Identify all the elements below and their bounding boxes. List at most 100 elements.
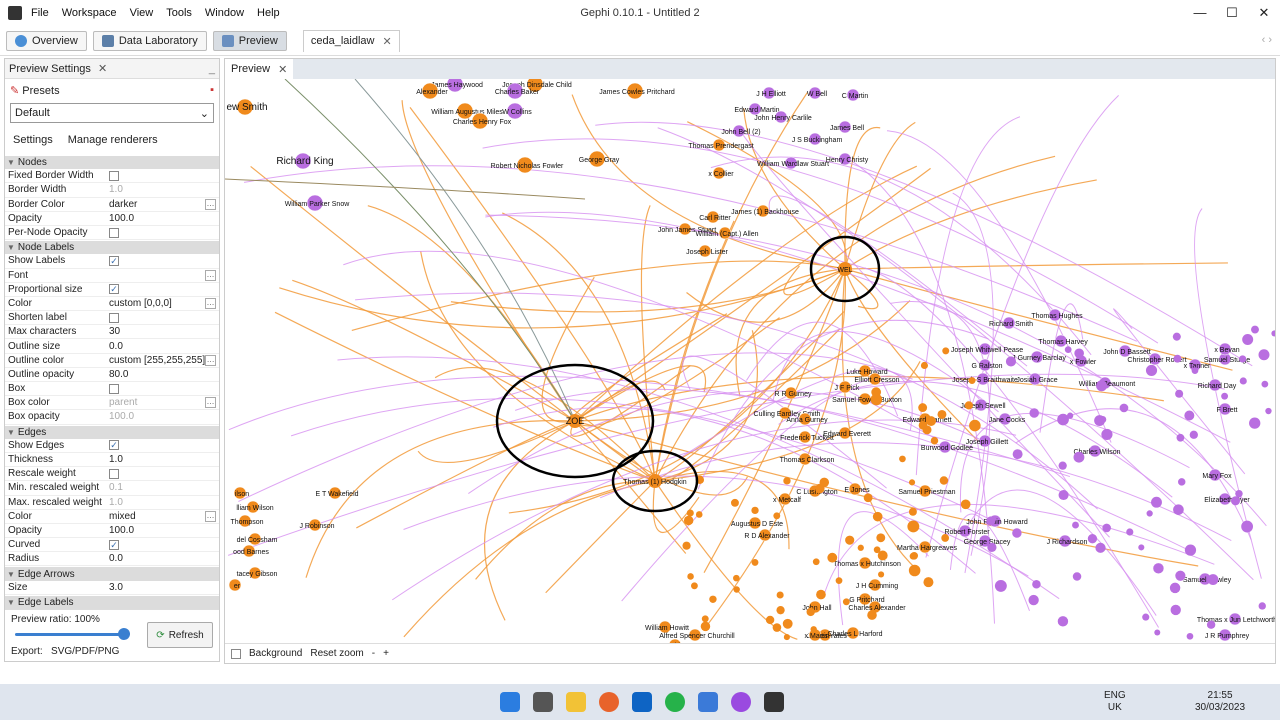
minimize-panel-icon[interactable]: _ (209, 63, 215, 75)
minimize-button[interactable]: — (1184, 0, 1216, 26)
property-name: Max. rescaled weight (8, 496, 102, 508)
zoom-out-button[interactable]: - (372, 648, 375, 659)
section-header[interactable]: ▼ Node Labels (5, 240, 219, 255)
property-checkbox[interactable]: ✓ (109, 284, 119, 295)
property-value[interactable]: 100.0 (109, 411, 219, 422)
menu-view[interactable]: View (130, 7, 154, 19)
property-value[interactable]: 0.0 (109, 341, 219, 352)
preview-tab-bar: Preview ✕ (225, 59, 1275, 79)
property-value[interactable]: 30 (109, 326, 219, 337)
tab-settings[interactable]: Settings (13, 134, 53, 146)
property-value[interactable] (109, 468, 219, 479)
workspace-tab[interactable]: ceda_laidlaw ✕ (302, 29, 400, 52)
property-value[interactable]: mixed… (109, 510, 219, 522)
property-value[interactable]: 100.0 (109, 525, 219, 536)
property-value[interactable]: custom [0,0,0]… (109, 297, 219, 309)
background-checkbox[interactable] (231, 648, 241, 659)
property-checkbox[interactable] (109, 170, 119, 181)
graph-canvas[interactable]: James Haywood Joseph Dinsdale Child Alexan… (225, 79, 1275, 645)
menu-tools[interactable]: Tools (166, 7, 192, 19)
property-value[interactable]: ✓ (109, 539, 219, 550)
ellipsis-button[interactable]: … (205, 510, 216, 522)
property-value[interactable] (109, 227, 219, 238)
graph-svg[interactable]: James Haywood Joseph Dinsdale ChildAlexan… (225, 79, 1275, 645)
start-icon[interactable] (500, 692, 520, 712)
refresh-button[interactable]: ⟳ Refresh (147, 622, 213, 648)
property-value[interactable]: 1.0 (109, 497, 219, 508)
property-checkbox[interactable] (109, 227, 119, 238)
section-header[interactable]: ▼ Edge Labels (5, 594, 219, 609)
property-value[interactable]: 3.0 (109, 582, 219, 593)
close-window-button[interactable]: ✕ (1248, 0, 1280, 26)
ellipsis-button[interactable]: … (205, 297, 216, 309)
section-header[interactable]: ▼ Nodes (5, 155, 219, 170)
overview-button[interactable]: Overview (6, 30, 87, 51)
preview-ratio-slider-knob[interactable] (118, 628, 130, 640)
property-value[interactable]: 1.0 (109, 184, 219, 195)
preview-ratio-slider[interactable] (15, 633, 125, 636)
section-header[interactable]: ▼ Edges (5, 424, 219, 439)
property-row: Box (5, 382, 219, 397)
tab-manage-renderers[interactable]: Manage renderers (68, 134, 158, 146)
property-checkbox[interactable]: ✓ (109, 539, 119, 550)
data-laboratory-button[interactable]: Data Laboratory (92, 30, 207, 51)
property-value[interactable] (109, 383, 219, 394)
ellipsis-button[interactable]: … (205, 397, 216, 409)
property-value[interactable]: 1.0 (109, 454, 219, 465)
maximize-button[interactable]: ☐ (1216, 0, 1248, 26)
preview-button[interactable]: Preview (212, 30, 287, 51)
preset-select[interactable]: Default ⌄ (10, 103, 214, 123)
reset-zoom-button[interactable]: Reset zoom (310, 648, 363, 659)
property-value[interactable]: 0.0 (109, 553, 219, 564)
property-value[interactable]: 0.1 (109, 482, 219, 493)
close-icon[interactable]: ✕ (98, 63, 107, 75)
property-value[interactable]: … (109, 269, 219, 281)
close-icon[interactable]: ✕ (382, 35, 391, 48)
gephi-taskbar-icon[interactable] (764, 692, 784, 712)
save-preset-icon[interactable]: ▪ (210, 84, 214, 96)
property-checkbox[interactable] (109, 468, 119, 479)
task-view-icon[interactable] (533, 692, 553, 712)
property-value[interactable]: parent… (109, 397, 219, 409)
whatsapp-icon[interactable] (665, 692, 685, 712)
zoom-in-button[interactable]: + (383, 648, 389, 659)
property-value[interactable]: ✓ (109, 255, 219, 266)
clock[interactable]: 21:55 30/03/2023 (1195, 690, 1245, 714)
firefox-icon[interactable] (599, 692, 619, 712)
property-value[interactable]: darker… (109, 198, 219, 210)
preview-settings-tab[interactable]: Preview Settings ✕ _ (5, 59, 219, 79)
close-icon[interactable]: ✕ (278, 63, 287, 76)
property-value[interactable]: custom [255,255,255]… (109, 354, 219, 366)
property-checkbox[interactable]: ✓ (109, 255, 119, 266)
export-formats-link[interactable]: SVG/PDF/PNG (51, 646, 119, 657)
menu-help[interactable]: Help (257, 7, 280, 19)
property-checkbox[interactable] (109, 312, 119, 323)
property-value[interactable]: ✓ (109, 440, 219, 451)
keyboard-language[interactable]: ENG UK (1104, 690, 1126, 714)
ellipsis-button[interactable]: … (205, 269, 216, 281)
workspace-nav-arrows[interactable]: ‹ › (1262, 34, 1272, 46)
property-row: Color custom [0,0,0]… (5, 297, 219, 312)
property-name: Color (8, 297, 32, 309)
menu-workspace[interactable]: Workspace (62, 7, 117, 19)
property-value[interactable] (109, 312, 219, 323)
teams-icon[interactable] (698, 692, 718, 712)
property-checkbox[interactable]: ✓ (109, 440, 119, 451)
menu-file[interactable]: File (31, 7, 49, 19)
property-value[interactable] (109, 170, 219, 181)
property-value[interactable]: ✓ (109, 284, 219, 295)
graph-node (835, 577, 843, 585)
property-checkbox[interactable] (109, 383, 119, 394)
property-row: Outline opacity 80.0 (5, 368, 219, 382)
section-header[interactable]: ▼ Edge Arrows (5, 566, 219, 581)
messenger-icon[interactable] (731, 692, 751, 712)
property-value[interactable]: 80.0 (109, 369, 219, 380)
file-explorer-icon[interactable] (566, 692, 586, 712)
menu-window[interactable]: Window (205, 7, 244, 19)
ellipsis-button[interactable]: … (205, 198, 216, 210)
property-value[interactable]: 100.0 (109, 213, 219, 224)
preview-tab[interactable]: Preview ✕ (225, 59, 294, 79)
node-label: Burwood Godlee (921, 445, 973, 452)
ellipsis-button[interactable]: … (205, 354, 216, 366)
outlook-icon[interactable] (632, 692, 652, 712)
